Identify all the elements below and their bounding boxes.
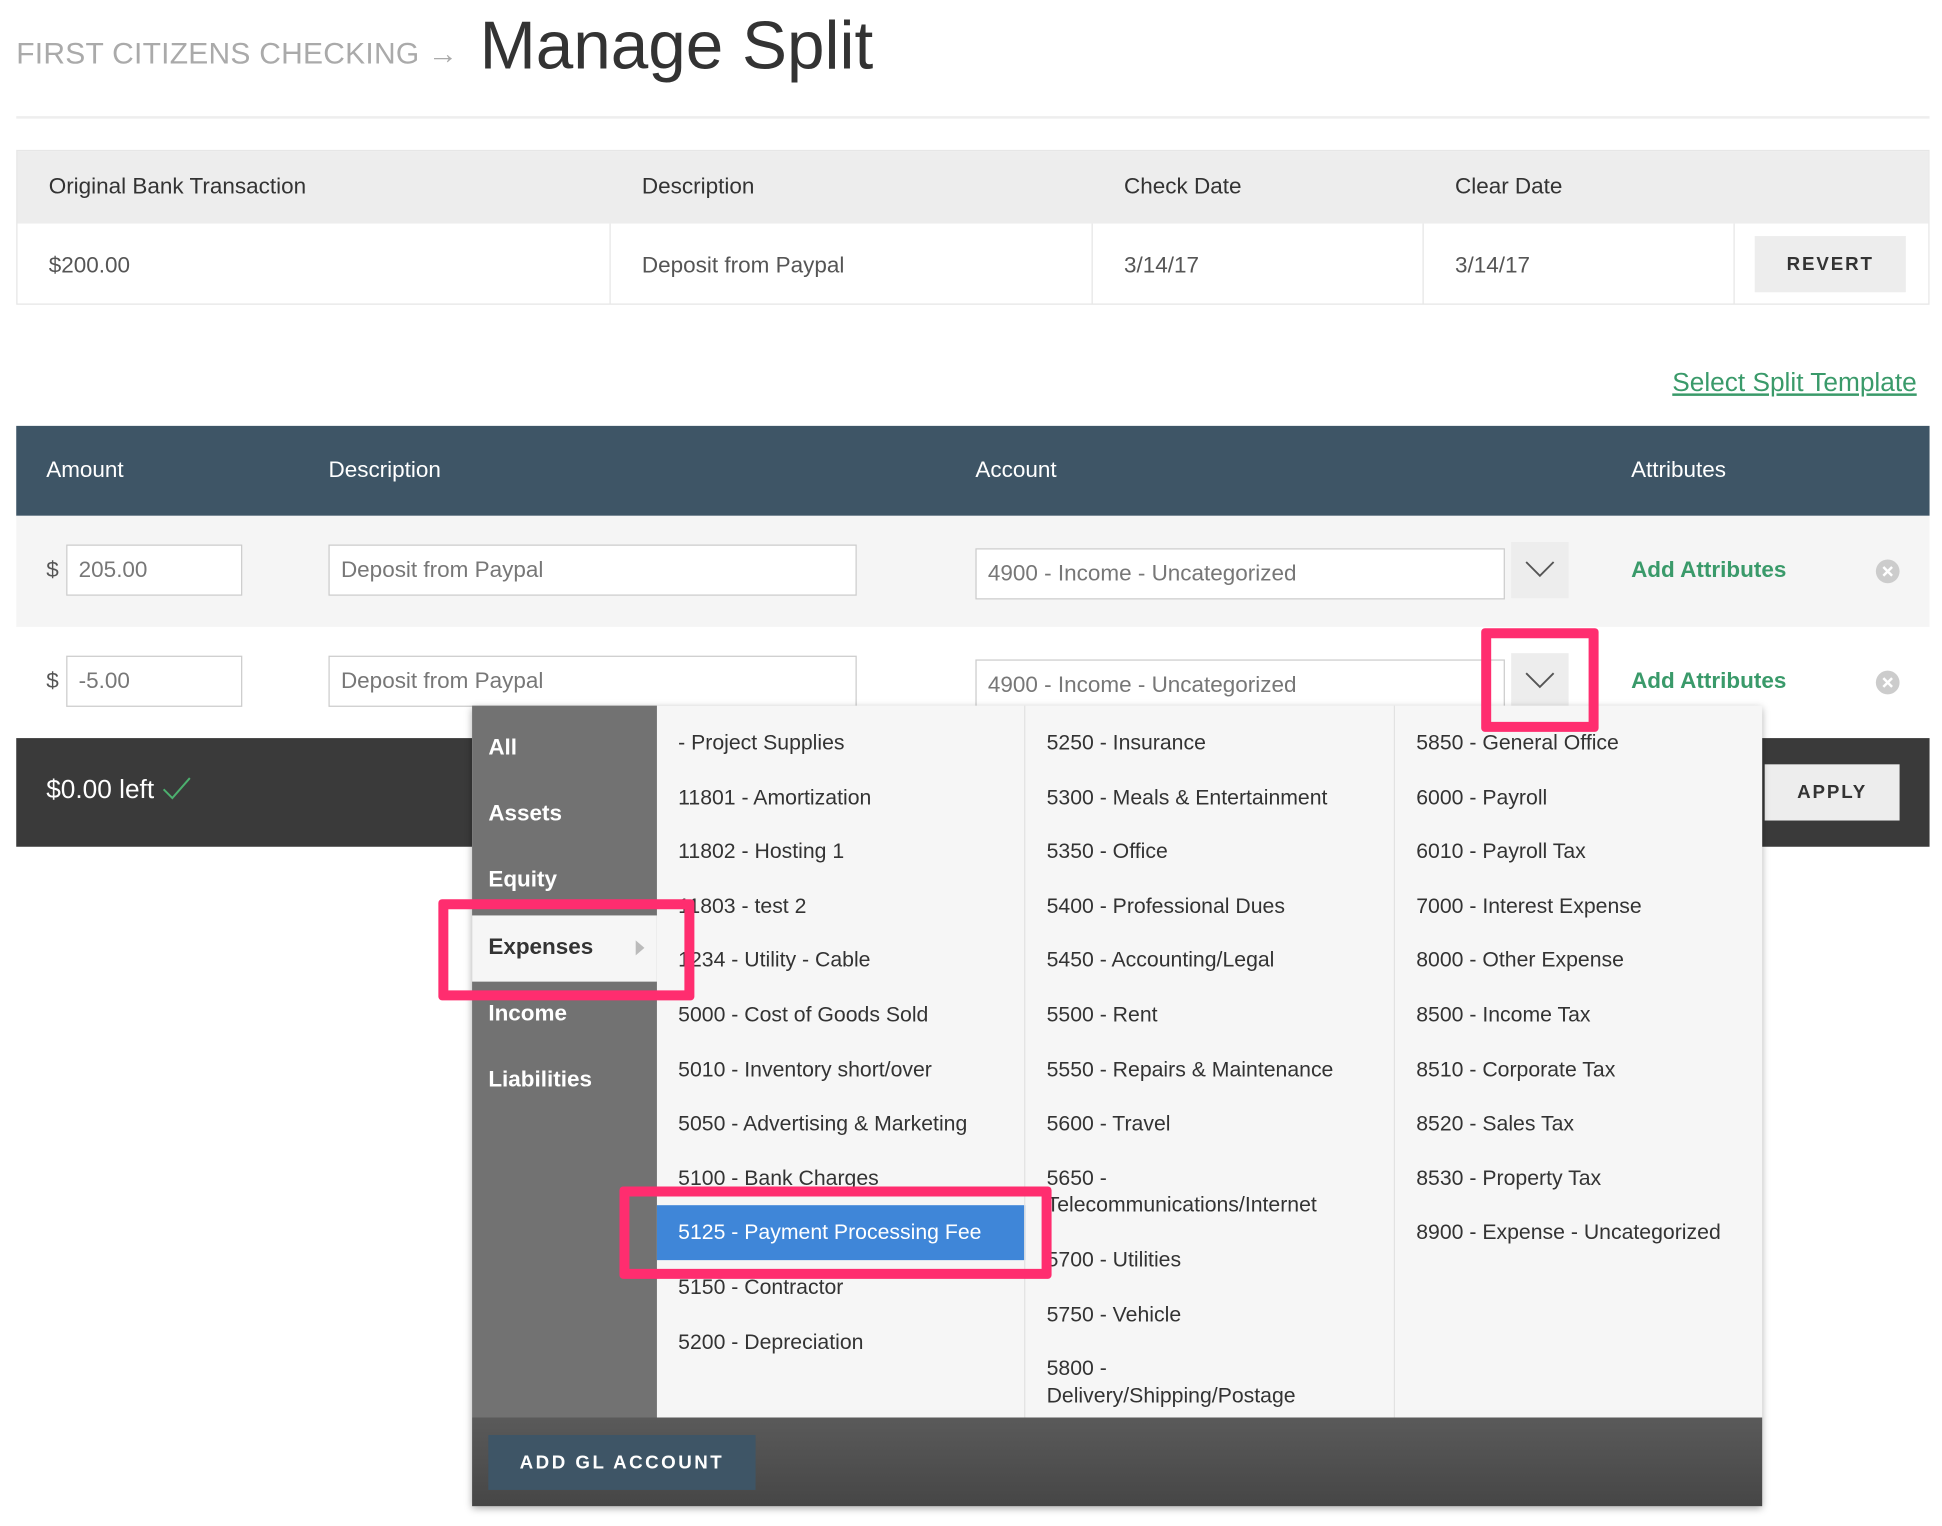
- account-column: 5250 - Insurance 5300 - Meals & Entertain…: [1025, 716, 1393, 1423]
- clear-date: 3/14/17: [1454, 252, 1530, 278]
- account-option[interactable]: 5050 - Advertising & Marketing: [657, 1097, 1025, 1151]
- account-option[interactable]: 6010 - Payroll Tax: [1395, 825, 1763, 879]
- category-item[interactable]: All: [472, 716, 657, 782]
- account-option[interactable]: 11803 - test 2: [657, 879, 1025, 933]
- account-option[interactable]: 5500 - Rent: [1025, 988, 1393, 1042]
- description: Deposit from Paypal: [641, 252, 845, 278]
- account-option[interactable]: 5550 - Repairs & Maintenance: [1025, 1042, 1393, 1096]
- remove-row-icon[interactable]: [1875, 559, 1900, 584]
- chevron-down-icon[interactable]: [1511, 653, 1569, 710]
- amount-input[interactable]: -5.00: [66, 655, 243, 707]
- account-option[interactable]: 7000 - Interest Expense: [1395, 879, 1763, 933]
- arrow-right-icon: →: [428, 37, 459, 72]
- account-option[interactable]: 5250 - Insurance: [1025, 716, 1393, 770]
- apply-button[interactable]: APPLY: [1764, 764, 1900, 821]
- account-option[interactable]: 8500 - Income Tax: [1395, 988, 1763, 1042]
- category-item[interactable]: Equity: [472, 848, 657, 914]
- account-option[interactable]: 5000 - Cost of Goods Sold: [657, 988, 1025, 1042]
- account-option[interactable]: 5800 - Delivery/Shipping/Postage: [1025, 1341, 1393, 1422]
- split-table-header: Amount Description Account Attributes: [16, 425, 1930, 516]
- account-column: - Project Supplies 11801 - Amortization 11…: [656, 716, 1026, 1369]
- category-item[interactable]: Liabilities: [472, 1048, 657, 1114]
- breadcrumb[interactable]: FIRST CITIZENS CHECKING →: [16, 37, 458, 72]
- col-header: Original Bank Transaction: [48, 173, 307, 199]
- account-option[interactable]: 5850 - General Office: [1395, 716, 1763, 770]
- col-header: Description: [641, 173, 755, 199]
- check-date: 3/14/17: [1124, 252, 1200, 278]
- chevron-down-icon[interactable]: [1511, 542, 1569, 599]
- account-dropdown: All Assets Equity Expenses Income Liabilities…: [472, 705, 1763, 1507]
- account-option[interactable]: 11802 - Hosting 1: [657, 825, 1025, 879]
- add-attributes-link[interactable]: Add Attributes: [1631, 557, 1786, 583]
- account-option[interactable]: 8900 - Expense - Uncategorized: [1395, 1206, 1763, 1260]
- account-option[interactable]: 8510 - Corporate Tax: [1395, 1042, 1763, 1096]
- add-attributes-link[interactable]: Add Attributes: [1631, 668, 1786, 694]
- account-option[interactable]: 1234 - Utility - Cable: [657, 933, 1025, 987]
- account-option[interactable]: 5350 - Office: [1025, 825, 1393, 879]
- account-option[interactable]: 8530 - Property Tax: [1395, 1151, 1763, 1205]
- currency-symbol: $: [46, 557, 59, 582]
- account-option[interactable]: 5700 - Utilities: [1025, 1233, 1393, 1287]
- account-option[interactable]: 5010 - Inventory short/over: [657, 1042, 1025, 1096]
- table-header: Original Bank Transaction Description Ch…: [17, 151, 1929, 224]
- account-option[interactable]: 5125 - Payment Processing Fee: [656, 1205, 1026, 1261]
- category-list: All Assets Equity Expenses Income Liabilities: [472, 705, 657, 1418]
- account-option[interactable]: 5300 - Meals & Entertainment: [1025, 770, 1393, 824]
- remove-row-icon[interactable]: [1875, 670, 1900, 695]
- description-input[interactable]: Deposit from Paypal: [328, 544, 857, 596]
- page-title: Manage Split: [479, 8, 874, 84]
- account-option[interactable]: 5400 - Professional Dues: [1025, 879, 1393, 933]
- account-option[interactable]: 5100 - Bank Charges: [657, 1151, 1025, 1205]
- account-select[interactable]: 4900 - Income - Uncategorized: [975, 548, 1505, 600]
- select-split-template-link[interactable]: Select Split Template: [1672, 368, 1916, 398]
- category-item[interactable]: Assets: [472, 782, 657, 848]
- account-option[interactable]: 11801 - Amortization: [657, 770, 1025, 824]
- add-gl-account-button[interactable]: ADD GL ACCOUNT: [488, 1434, 756, 1490]
- col-header: Account: [975, 457, 1057, 483]
- account-select[interactable]: 4900 - Income - Uncategorized: [975, 659, 1505, 711]
- amount: $200.00: [48, 252, 130, 278]
- account-option[interactable]: 8520 - Sales Tax: [1395, 1097, 1763, 1151]
- divider: [16, 116, 1930, 119]
- caret-right-icon: [635, 940, 645, 956]
- split-row: $ 205.00 Deposit from Paypal 4900 - Inco…: [16, 515, 1930, 627]
- currency-symbol: $: [46, 668, 59, 694]
- dropdown-footer: ADD GL ACCOUNT: [472, 1417, 1763, 1507]
- account-column: 5850 - General Office 6000 - Payroll 6010 …: [1395, 716, 1763, 1260]
- account-option[interactable]: 5450 - Accounting/Legal: [1025, 933, 1393, 987]
- col-header: Attributes: [1631, 457, 1727, 483]
- remaining-amount: $0.00 left: [46, 775, 155, 805]
- revert-button[interactable]: REVERT: [1754, 236, 1906, 293]
- description-input[interactable]: Deposit from Paypal: [328, 655, 857, 707]
- account-option[interactable]: 6000 - Payroll: [1395, 770, 1763, 824]
- checkmark-icon: [163, 777, 191, 800]
- col-header: Amount: [46, 457, 124, 483]
- account-option[interactable]: 5650 - Telecommunications/Internet: [1025, 1151, 1393, 1232]
- col-header: Description: [328, 457, 441, 483]
- col-header: Clear Date: [1454, 173, 1563, 199]
- account-option[interactable]: 5150 - Contractor: [657, 1260, 1025, 1314]
- account-option[interactable]: - Project Supplies: [657, 716, 1025, 770]
- col-header: Check Date: [1124, 173, 1242, 199]
- account-option[interactable]: 5750 - Vehicle: [1025, 1287, 1393, 1341]
- category-item[interactable]: Income: [472, 982, 657, 1048]
- account-option[interactable]: 8000 - Other Expense: [1395, 933, 1763, 987]
- account-option[interactable]: 5200 - Depreciation: [657, 1315, 1025, 1369]
- amount-input[interactable]: 205.00: [66, 544, 243, 596]
- breadcrumb-link[interactable]: FIRST CITIZENS CHECKING: [16, 37, 419, 71]
- original-transaction-table: Original Bank Transaction Description Ch…: [16, 149, 1930, 305]
- account-option[interactable]: 5600 - Travel: [1025, 1097, 1393, 1151]
- category-item[interactable]: Expenses: [472, 915, 657, 982]
